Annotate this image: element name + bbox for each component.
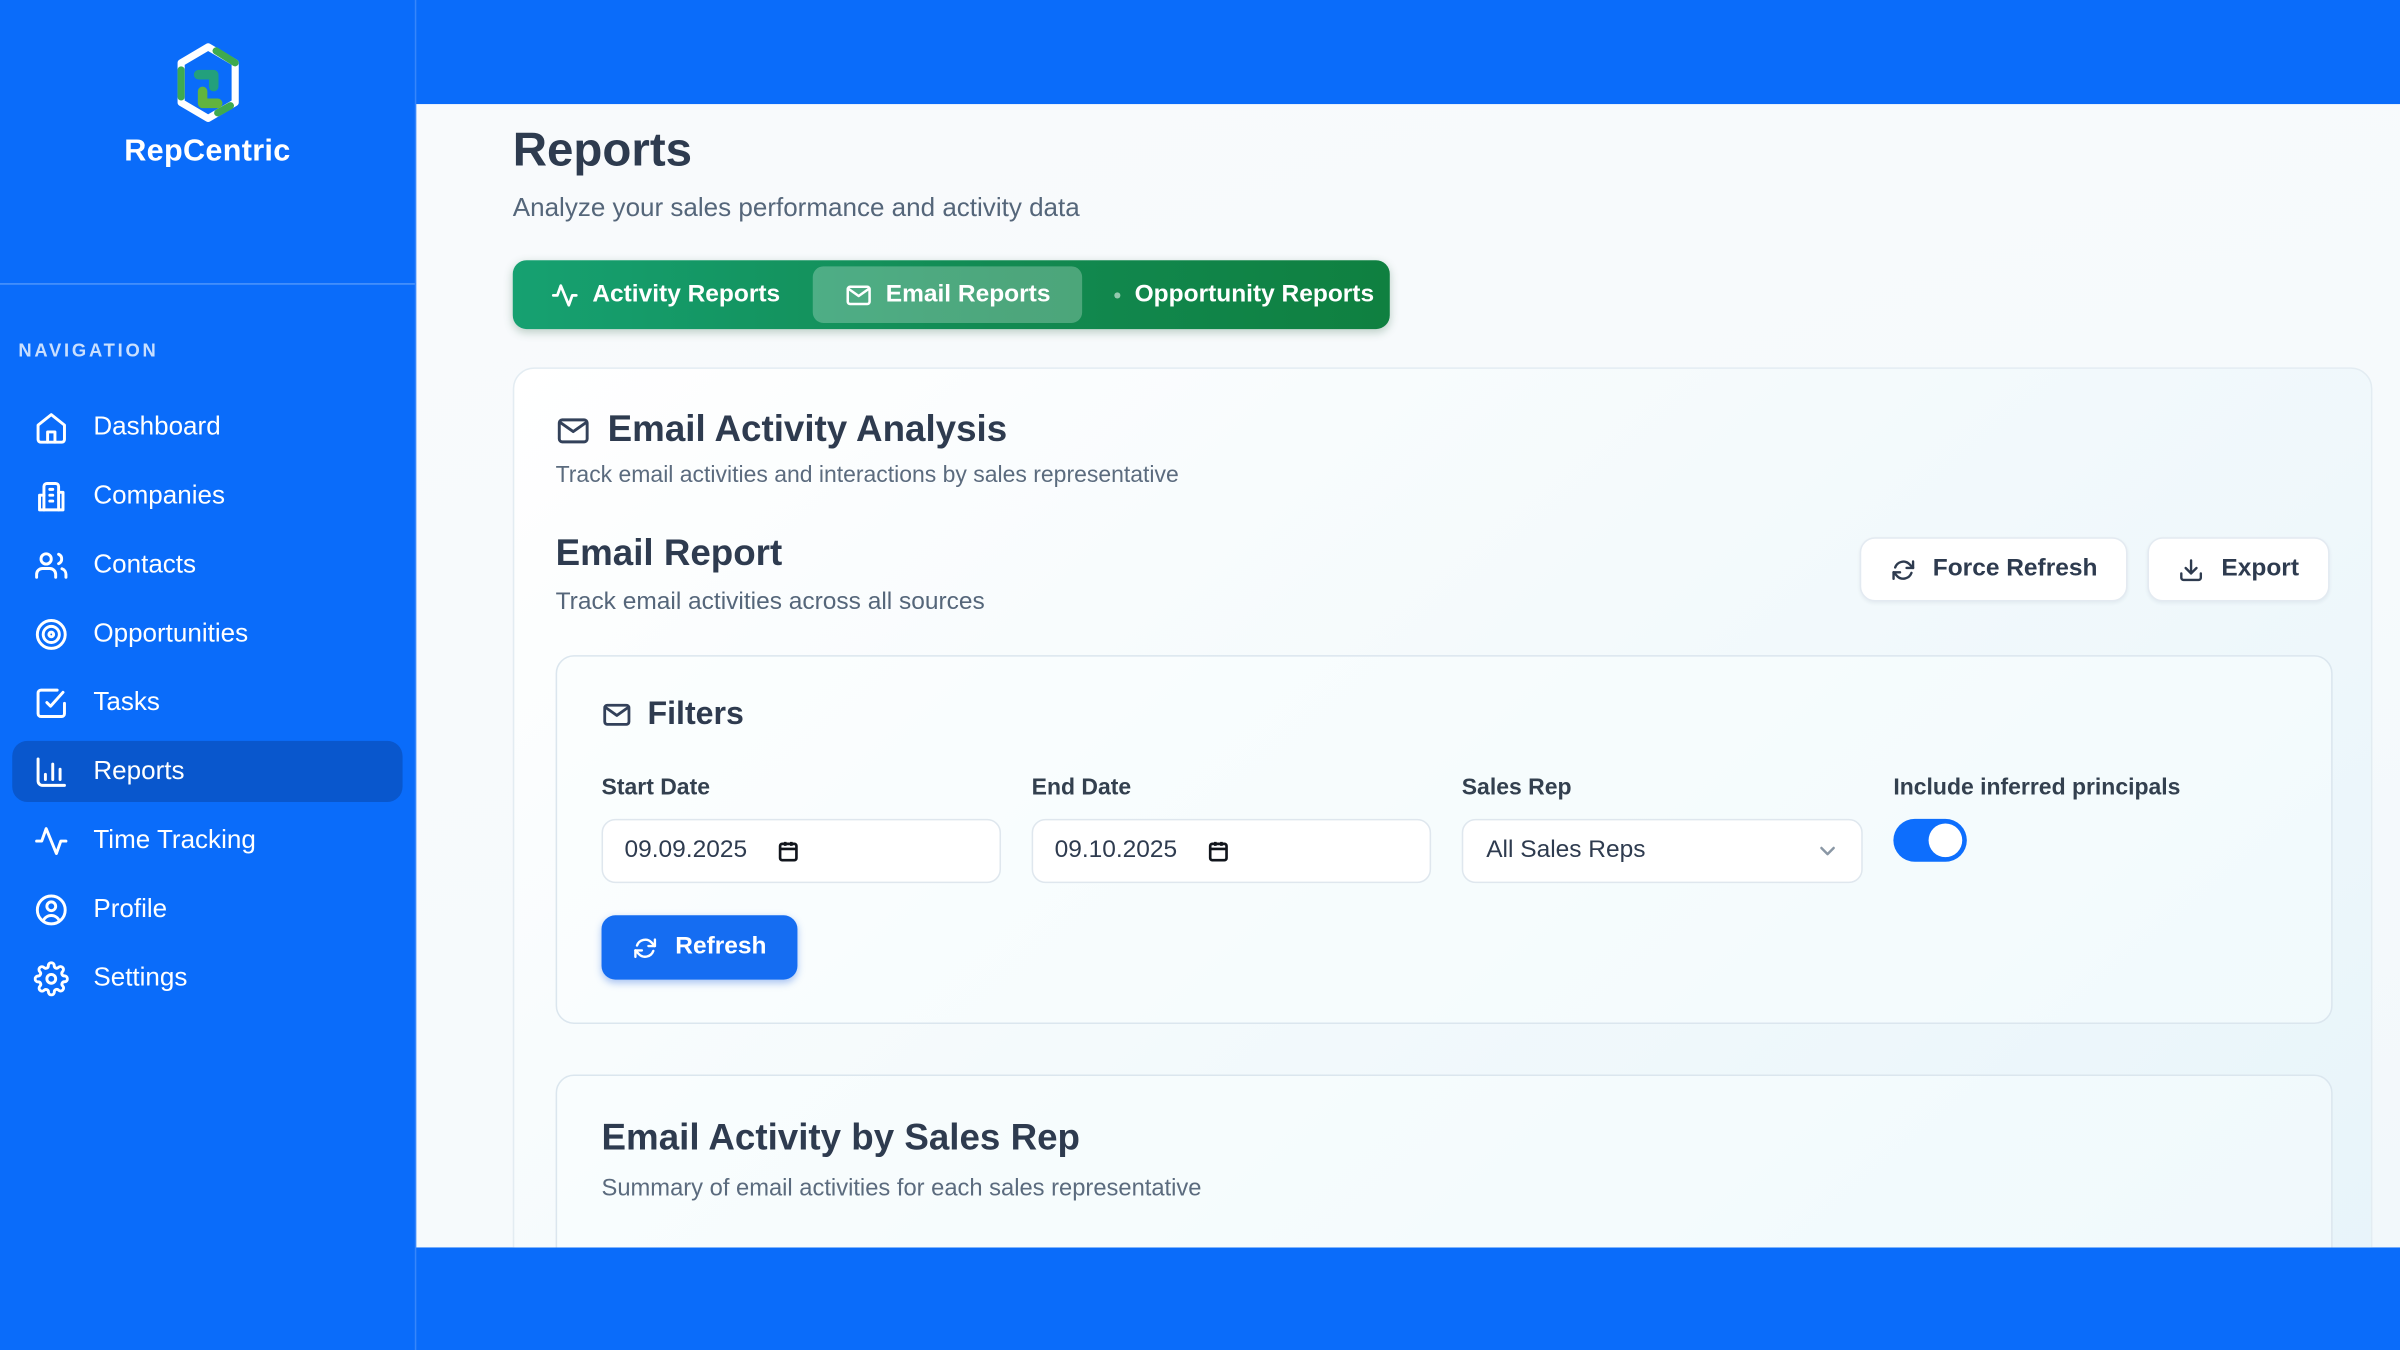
email-analysis-header: Email Activity Analysis <box>556 409 2330 452</box>
sales-rep-label: Sales Rep <box>1462 774 1863 800</box>
brand-hexagon-logo-icon <box>168 41 248 124</box>
target-icon <box>34 616 69 651</box>
email-activity-by-rep-card: Email Activity by Sales Rep Summary of e… <box>556 1074 2333 1247</box>
sidebar-item-dashboard[interactable]: Dashboard <box>12 396 402 457</box>
brand-name: RepCentric <box>124 135 290 170</box>
activity-icon <box>551 281 579 309</box>
sidebar-item-tasks[interactable]: Tasks <box>12 672 402 733</box>
refresh-icon <box>632 934 658 960</box>
end-date-label: End Date <box>1032 774 1431 800</box>
export-label: Export <box>2221 556 2299 584</box>
tab-activity-reports[interactable]: Activity Reports <box>519 266 812 323</box>
home-icon <box>34 409 69 444</box>
download-icon <box>2179 556 2205 582</box>
calendar-icon[interactable] <box>776 839 800 863</box>
sidebar-item-companies[interactable]: Companies <box>12 465 402 526</box>
sidebar-item-label: Companies <box>93 481 225 512</box>
sidebar-item-label: Dashboard <box>93 412 220 443</box>
report-header-row: Email Report Track email activities acro… <box>556 533 2330 617</box>
report-titles: Email Report Track email activities acro… <box>556 533 985 617</box>
opportunity-reports-icon <box>1115 292 1121 298</box>
report-subtitle: Track email activities across all source… <box>556 589 985 617</box>
report-tabbar: Activity Reports Email Reports Opportuni… <box>513 260 1390 329</box>
sidebar-item-label: Settings <box>93 963 187 994</box>
nav-list: Dashboard Companies Contacts Opportuniti… <box>0 396 415 1008</box>
sidebar-item-label: Reports <box>93 756 184 787</box>
force-refresh-label: Force Refresh <box>1933 556 2098 584</box>
start-date-value: 09.09.2025 <box>624 837 747 865</box>
tab-label: Activity Reports <box>592 281 780 309</box>
building-icon <box>34 478 69 513</box>
sidebar-item-time-tracking[interactable]: Time Tracking <box>12 810 402 871</box>
inferred-principals-field: Include inferred principals <box>1893 774 2286 883</box>
start-date-input[interactable]: 09.09.2025 <box>602 819 1001 883</box>
check-square-icon <box>34 685 69 720</box>
sales-rep-select[interactable]: All Sales Reps <box>1462 819 1863 883</box>
user-circle-icon <box>34 892 69 927</box>
start-date-field: Start Date 09.09.2025 <box>602 774 1001 883</box>
filters-grid: Start Date 09.09.2025 End Date 09.10.202… <box>602 774 2287 883</box>
bar-chart-icon <box>34 754 69 789</box>
sidebar-item-settings[interactable]: Settings <box>12 947 402 1008</box>
main-content: Reports Analyze your sales performance a… <box>416 104 2400 1247</box>
refresh-label: Refresh <box>675 934 766 962</box>
users-icon <box>34 547 69 582</box>
sidebar-item-reports[interactable]: Reports <box>12 741 402 802</box>
email-analysis-card: Email Activity Analysis Track email acti… <box>513 367 2373 1247</box>
inferred-principals-toggle[interactable] <box>1893 819 1966 862</box>
app-root: RepCentric NAVIGATION Dashboard Companie… <box>0 0 2400 1350</box>
section-title: Email Activity Analysis <box>608 409 1007 452</box>
page-title: Reports <box>513 122 2400 177</box>
sidebar: RepCentric NAVIGATION Dashboard Companie… <box>0 0 416 1350</box>
filters-title: Filters <box>647 696 743 733</box>
sidebar-item-profile[interactable]: Profile <box>12 879 402 940</box>
chevron-down-icon <box>1815 839 1839 863</box>
tab-email-reports[interactable]: Email Reports <box>812 266 1082 323</box>
nav-section-label: NAVIGATION <box>18 340 414 361</box>
filters-card: Filters Start Date 09.09.2025 End Date 0… <box>556 655 2333 1024</box>
end-date-value: 09.10.2025 <box>1055 837 1178 865</box>
end-date-input[interactable]: 09.10.2025 <box>1032 819 1431 883</box>
gear-icon <box>34 960 69 995</box>
start-date-label: Start Date <box>602 774 1001 800</box>
mail-icon <box>602 699 633 730</box>
sales-rep-value: All Sales Reps <box>1486 837 1645 865</box>
end-date-field: End Date 09.10.2025 <box>1032 774 1431 883</box>
export-button[interactable]: Export <box>2148 537 2330 601</box>
sidebar-item-opportunities[interactable]: Opportunities <box>12 603 402 664</box>
brand-logo-block: RepCentric <box>0 0 415 240</box>
sidebar-item-label: Tasks <box>93 687 160 718</box>
sidebar-item-label: Contacts <box>93 549 196 580</box>
refresh-icon <box>1890 556 1916 582</box>
toggle-knob <box>1929 823 1963 857</box>
sidebar-item-label: Profile <box>93 894 167 925</box>
inferred-principals-label: Include inferred principals <box>1893 774 2286 800</box>
report-actions: Force Refresh Export <box>1859 537 2329 601</box>
force-refresh-button[interactable]: Force Refresh <box>1859 537 2128 601</box>
sidebar-item-contacts[interactable]: Contacts <box>12 534 402 595</box>
mail-icon <box>844 281 872 309</box>
tab-label: Opportunity Reports <box>1135 281 1374 309</box>
tab-label: Email Reports <box>886 281 1051 309</box>
sidebar-item-label: Opportunities <box>93 618 248 649</box>
tab-opportunity-reports[interactable]: Opportunity Reports <box>1083 266 1407 323</box>
sales-rep-field: Sales Rep All Sales Reps <box>1462 774 1863 883</box>
activity-icon <box>34 823 69 858</box>
mail-icon <box>556 412 591 447</box>
activity-section-subtitle: Summary of email activities for each sal… <box>602 1176 2287 1204</box>
report-title: Email Report <box>556 533 985 576</box>
activity-section-title: Email Activity by Sales Rep <box>602 1117 2287 1160</box>
section-subtitle: Track email activities and interactions … <box>556 462 2330 488</box>
sidebar-divider <box>0 283 415 285</box>
calendar-icon[interactable] <box>1206 839 1230 863</box>
page-subtitle: Analyze your sales performance and activ… <box>513 193 2400 224</box>
refresh-button[interactable]: Refresh <box>602 915 798 979</box>
sidebar-item-label: Time Tracking <box>93 825 255 856</box>
filters-header: Filters <box>602 696 2287 733</box>
